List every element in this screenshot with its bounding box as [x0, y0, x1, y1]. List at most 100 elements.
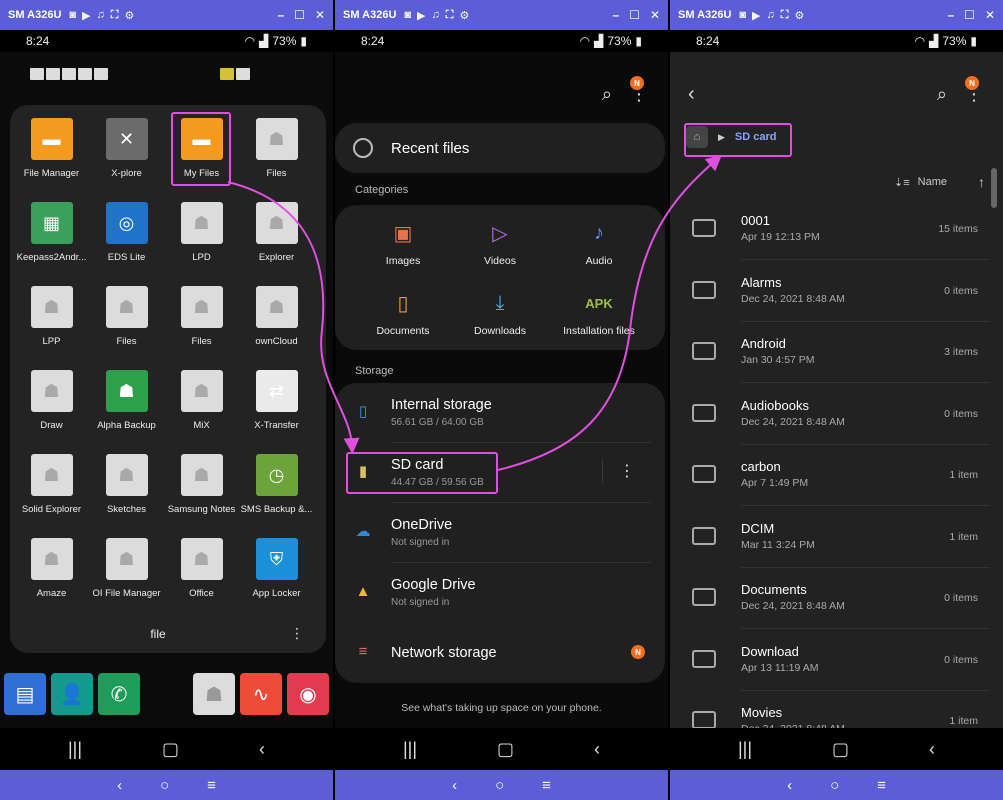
- app-solid-explorer[interactable]: ☗ Solid Explorer: [14, 454, 89, 524]
- headphones-icon[interactable]: ♫: [432, 9, 440, 22]
- folder-row[interactable]: Documents Dec 24, 2021 8:48 AM 0 items: [670, 568, 1000, 629]
- folder-row[interactable]: Alarms Dec 24, 2021 8:48 AM 0 items: [670, 261, 1000, 322]
- category-installation-files[interactable]: APK Installation files: [549, 289, 649, 338]
- bottom-back-icon[interactable]: ‹: [452, 777, 457, 794]
- bottom-home-icon[interactable]: ○: [830, 777, 839, 794]
- fullscreen-icon[interactable]: ⛶: [111, 9, 119, 22]
- app-files[interactable]: ☗ Files: [239, 118, 314, 188]
- app-amaze[interactable]: ☗ Amaze: [14, 538, 89, 608]
- more-options-icon[interactable]: ⋮ N: [965, 76, 983, 105]
- folder-name[interactable]: file: [10, 627, 306, 641]
- storage-onedrive[interactable]: ☁ OneDrive Not signed in: [335, 503, 665, 561]
- video-icon[interactable]: ▶: [417, 9, 425, 22]
- video-icon[interactable]: ▶: [752, 9, 760, 22]
- category-documents[interactable]: ▯ Documents: [353, 289, 453, 338]
- app-alpha-backup[interactable]: ☗ Alpha Backup: [89, 370, 164, 440]
- gear-icon[interactable]: ⚙: [794, 9, 804, 22]
- gear-icon[interactable]: ⚙: [124, 9, 134, 22]
- bottom-menu-icon[interactable]: ≡: [877, 777, 886, 794]
- voice-recorder-icon[interactable]: ∿: [240, 673, 282, 715]
- phone-app-icon[interactable]: ✆: [98, 673, 140, 715]
- folder-row[interactable]: Audiobooks Dec 24, 2021 8:48 AM 0 items: [670, 384, 1000, 445]
- recents-icon[interactable]: |||: [738, 739, 752, 760]
- bottom-menu-icon[interactable]: ≡: [542, 777, 551, 794]
- headphones-icon[interactable]: ♫: [767, 9, 775, 22]
- bottom-home-icon[interactable]: ○: [160, 777, 169, 794]
- app-explorer[interactable]: ☗ Explorer: [239, 202, 314, 272]
- folder-row[interactable]: DCIM Mar 11 3:24 PM 1 item: [670, 507, 1000, 568]
- maximize-icon[interactable]: ☐: [629, 8, 640, 22]
- app-x-plore[interactable]: ✕ X-plore: [89, 118, 164, 188]
- close-icon[interactable]: ✕: [650, 8, 660, 22]
- messages-app-icon[interactable]: ▤: [4, 673, 46, 715]
- video-icon[interactable]: ▶: [82, 9, 90, 22]
- bottom-menu-icon[interactable]: ≡: [207, 777, 216, 794]
- app-app-locker[interactable]: ⛨ App Locker: [239, 538, 314, 608]
- bottom-back-icon[interactable]: ‹: [117, 777, 122, 794]
- app-files[interactable]: ☗ Files: [89, 286, 164, 356]
- category-images[interactable]: ▣ Images: [353, 219, 453, 268]
- storage-google-drive[interactable]: ▲ Google Drive Not signed in: [335, 563, 665, 621]
- folder-row[interactable]: carbon Apr 7 1:49 PM 1 item: [670, 445, 1000, 506]
- android-app-icon[interactable]: ☗: [193, 673, 235, 715]
- storage-network-storage[interactable]: ≡ Network storage N: [335, 623, 665, 681]
- fullscreen-icon[interactable]: ⛶: [781, 9, 789, 22]
- category-downloads[interactable]: ⤓ Downloads: [450, 289, 550, 338]
- app-lpp[interactable]: ☗ LPP: [14, 286, 89, 356]
- camera-app-icon[interactable]: ◉: [287, 673, 329, 715]
- widget-thumbnails-right[interactable]: [220, 68, 250, 80]
- folder-row[interactable]: 0001 Apr 19 12:13 PM 15 items: [670, 199, 1000, 260]
- storage-internal-storage[interactable]: ▯ Internal storage 56.61 GB / 64.00 GB: [335, 383, 665, 441]
- search-icon[interactable]: ⌕: [937, 84, 947, 105]
- search-icon[interactable]: ⌕: [602, 84, 612, 105]
- bottom-home-icon[interactable]: ○: [495, 777, 504, 794]
- home-icon[interactable]: ▢: [162, 739, 179, 760]
- app-file-manager[interactable]: ▬ File Manager: [14, 118, 89, 188]
- folder-row[interactable]: Download Apr 13 11:19 AM 0 items: [670, 630, 1000, 691]
- back-icon[interactable]: ‹: [594, 739, 600, 760]
- bottom-back-icon[interactable]: ‹: [787, 777, 792, 794]
- folder-row[interactable]: Android Jan 30 4:57 PM 3 items: [670, 322, 1000, 383]
- category-audio[interactable]: ♪ Audio: [549, 219, 649, 268]
- camera-icon[interactable]: ◙: [69, 9, 76, 22]
- app-owncloud[interactable]: ☗ ownCloud: [239, 286, 314, 356]
- contacts-app-icon[interactable]: 👤: [51, 673, 93, 715]
- app-oi-file-manager[interactable]: ☗ OI File Manager: [89, 538, 164, 608]
- sort-direction-icon[interactable]: ↑: [978, 174, 985, 190]
- app-lpd[interactable]: ☗ LPD: [164, 202, 239, 272]
- app-eds-lite[interactable]: ◎ EDS Lite: [89, 202, 164, 272]
- sd-card-more-icon[interactable]: ⋮: [619, 461, 635, 481]
- minimize-icon[interactable]: –: [947, 8, 954, 22]
- app-office[interactable]: ☗ Office: [164, 538, 239, 608]
- close-icon[interactable]: ✕: [315, 8, 325, 22]
- minimize-icon[interactable]: –: [277, 8, 284, 22]
- widget-thumbnails[interactable]: [30, 68, 108, 80]
- app-draw[interactable]: ☗ Draw: [14, 370, 89, 440]
- close-icon[interactable]: ✕: [985, 8, 995, 22]
- category-videos[interactable]: ▷ Videos: [450, 219, 550, 268]
- sort-control[interactable]: ⇣≡ Name: [894, 176, 947, 189]
- minimize-icon[interactable]: –: [612, 8, 619, 22]
- storage-analysis-link[interactable]: See what's taking up space on your phone…: [335, 702, 668, 714]
- app-keepass2andr[interactable]: ▦ Keepass2Andr...: [14, 202, 89, 272]
- headphones-icon[interactable]: ♫: [97, 9, 105, 22]
- camera-icon[interactable]: ◙: [739, 9, 746, 22]
- home-icon[interactable]: ▢: [832, 739, 849, 760]
- more-options-icon[interactable]: ⋮ N: [630, 76, 648, 105]
- recent-files-button[interactable]: Recent files: [335, 123, 665, 173]
- app-sms-backup[interactable]: ◷ SMS Backup &...: [239, 454, 314, 524]
- camera-icon[interactable]: ◙: [404, 9, 411, 22]
- back-arrow-icon[interactable]: ‹: [688, 83, 695, 106]
- recents-icon[interactable]: |||: [68, 739, 82, 760]
- fullscreen-icon[interactable]: ⛶: [446, 9, 454, 22]
- recents-icon[interactable]: |||: [403, 739, 417, 760]
- back-icon[interactable]: ‹: [259, 739, 265, 760]
- more-options-icon[interactable]: ⋮: [290, 625, 304, 642]
- app-sketches[interactable]: ☗ Sketches: [89, 454, 164, 524]
- app-files[interactable]: ☗ Files: [164, 286, 239, 356]
- back-icon[interactable]: ‹: [929, 739, 935, 760]
- app-samsung-notes[interactable]: ☗ Samsung Notes: [164, 454, 239, 524]
- home-icon[interactable]: ▢: [497, 739, 514, 760]
- app-x-transfer[interactable]: ⇄ X-Transfer: [239, 370, 314, 440]
- gear-icon[interactable]: ⚙: [459, 9, 469, 22]
